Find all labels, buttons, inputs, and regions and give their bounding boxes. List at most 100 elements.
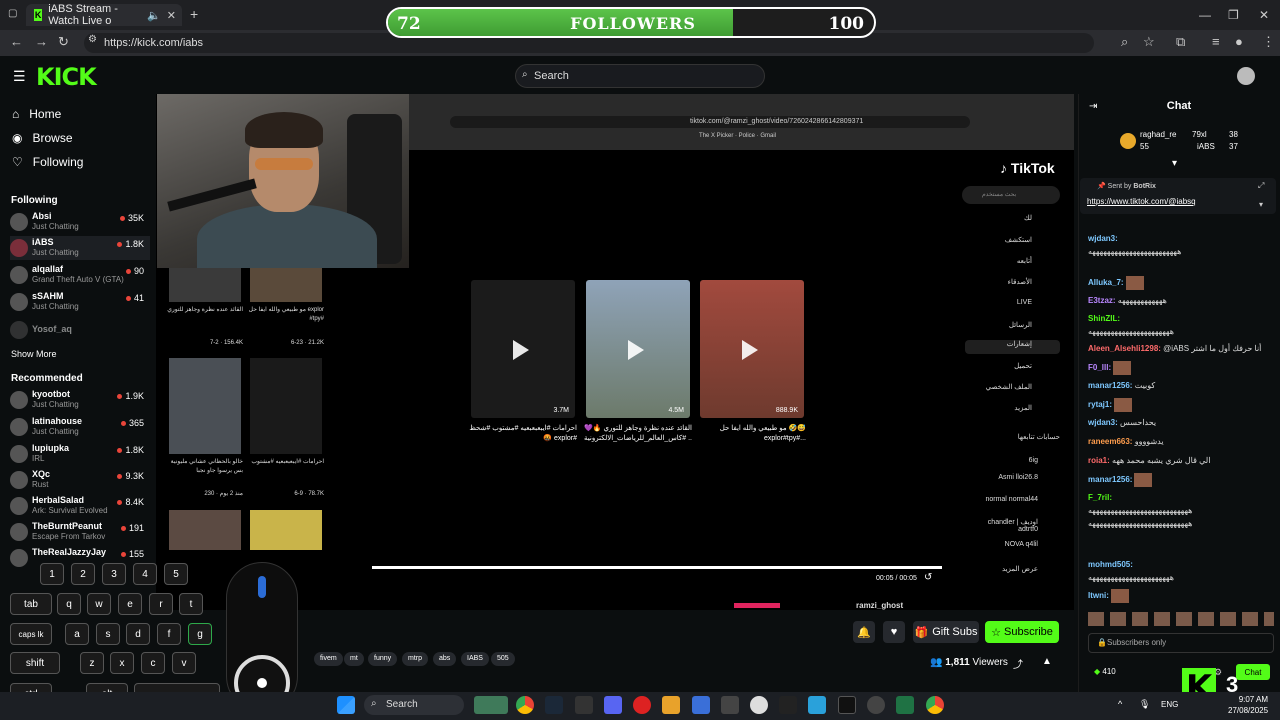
chat-username[interactable]: F_7ril: — [1088, 493, 1112, 502]
sidebar-channel-absi[interactable]: Absi Just Chatting 35K — [10, 210, 150, 234]
tab-list-icon[interactable]: ▢ — [8, 8, 17, 19]
stream-tag[interactable]: abs — [433, 652, 457, 666]
reload-icon[interactable]: ↻ — [58, 34, 69, 50]
follow-heart-button[interactable]: ♥ — [883, 621, 905, 643]
profile-icon[interactable]: ● — [1235, 34, 1243, 49]
shield-icon[interactable] — [692, 696, 710, 714]
left-video-thumb — [250, 268, 322, 302]
windows-start-icon[interactable] — [337, 696, 355, 714]
tiktok-video-card: 888.9K — [700, 280, 804, 418]
sidebar-channel-lupiupka[interactable]: lupiupka IRL 1.8K — [10, 442, 150, 466]
share-icon[interactable]: ⤴ — [1013, 656, 1023, 671]
stream-tag[interactable]: fivem — [314, 652, 343, 666]
mute-icon[interactable]: 🔈 — [147, 9, 161, 22]
notification-bell-button[interactable]: 🔔 — [853, 621, 875, 643]
nav-following[interactable]: ♡ Following — [12, 155, 83, 169]
expand-leaderboard-icon[interactable]: ▾ — [1172, 158, 1177, 169]
excel-icon[interactable] — [896, 696, 914, 714]
hamburger-menu-icon[interactable]: ☰ — [13, 68, 26, 85]
app-icon[interactable] — [808, 696, 826, 714]
app-icon[interactable] — [575, 696, 593, 714]
chrome-icon[interactable] — [926, 696, 944, 714]
app-icon[interactable] — [867, 696, 885, 714]
expand-pinned-icon[interactable]: ▾ — [1259, 200, 1263, 209]
extensions-icon[interactable]: ⧉ — [1176, 34, 1185, 50]
search-input[interactable]: Search — [515, 64, 765, 88]
chat-username[interactable]: rytaj1: — [1088, 400, 1112, 409]
language-indicator[interactable]: ENG — [1161, 700, 1178, 709]
chat-username[interactable]: wjdan3: — [1088, 234, 1118, 243]
mic-icon[interactable]: 🎙 — [1139, 699, 1150, 710]
discord-icon[interactable] — [604, 696, 622, 714]
sidebar-channel-ssahm[interactable]: sSAHM Just Chatting 41 — [10, 290, 150, 314]
taskbar-clock[interactable]: 9:07 AM 27/08/2025 — [1228, 694, 1268, 716]
reading-list-icon[interactable]: ≡ — [1212, 34, 1220, 49]
sidebar-channel-iabs[interactable]: iABS Just Chatting 1.8K — [10, 236, 150, 260]
nav-browse[interactable]: ◉ Browse — [12, 131, 73, 145]
stream-tag[interactable]: 505 — [491, 652, 515, 666]
chat-username[interactable]: F0_lll: — [1088, 363, 1111, 372]
nav-home[interactable]: ⌂ Home — [12, 107, 61, 121]
stream-tag[interactable]: mt — [344, 652, 364, 666]
chat-username[interactable]: Aleen_Alsehli1298: — [1088, 344, 1161, 353]
app-icon[interactable] — [721, 696, 739, 714]
chrome-icon[interactable] — [516, 696, 534, 714]
zoom-icon[interactable]: ⌕ — [1121, 34, 1128, 50]
chat-username[interactable]: wjdan3: — [1088, 418, 1118, 427]
app-icon[interactable] — [750, 696, 768, 714]
pinned-link[interactable]: https://www.tiktok.com/@iabsq — [1087, 197, 1196, 206]
stream-tag[interactable]: mtrp — [402, 652, 428, 666]
user-avatar[interactable] — [1237, 67, 1255, 85]
sidebar-channel-latinahouse[interactable]: latinahouse Just Chatting 365 — [10, 415, 150, 439]
browser-menu-icon[interactable]: ⋮ — [1262, 34, 1275, 50]
chat-username[interactable]: E3tzaz: — [1088, 296, 1116, 305]
chat-username[interactable]: ShinZIL: — [1088, 314, 1120, 323]
sidebar-channel-yosof[interactable]: Yosof_aq — [10, 318, 150, 342]
sidebar-channel-alqallaf[interactable]: alqallaf Grand Theft Auto V (GTA) 90 — [10, 263, 150, 287]
gift-subs-button[interactable]: 🎁 Gift Subs — [913, 621, 979, 643]
chat-username[interactable]: manar1256: — [1088, 475, 1132, 484]
chat-username[interactable]: manar1256: — [1088, 381, 1132, 390]
tray-chevron-icon[interactable]: ^ — [1118, 699, 1122, 709]
back-icon[interactable]: ← — [10, 34, 23, 49]
sidebar-channel-xqc[interactable]: XQc Rust 9.3K — [10, 468, 150, 492]
sidebar-channel-kyootbot[interactable]: kyootbot Just Chatting 1.9K — [10, 388, 150, 412]
capcut-icon[interactable] — [779, 696, 797, 714]
stream-tag[interactable]: funny — [368, 652, 398, 666]
site-info-icon[interactable]: ⚙ — [88, 34, 97, 45]
unpin-icon[interactable]: ⤢ — [1258, 181, 1264, 191]
report-icon[interactable]: ▲ — [1042, 656, 1052, 667]
subscribe-button[interactable]: ☆ Subscribe — [985, 621, 1059, 643]
chat-username[interactable]: roia1: — [1088, 456, 1110, 465]
widget-icon[interactable] — [474, 696, 508, 714]
window-close-icon[interactable]: ✕ — [1259, 8, 1269, 22]
sidebar-channel-theburntpeanut[interactable]: TheBurntPeanut Escape From Tarkov 191 — [10, 520, 150, 544]
chat-send-button[interactable]: Chat — [1236, 664, 1270, 680]
nav-home-label: Home — [29, 107, 62, 121]
stream-tag[interactable]: IABS — [461, 652, 489, 666]
steam-icon[interactable] — [545, 696, 563, 714]
record-icon[interactable] — [633, 696, 651, 714]
chat-username[interactable]: raneem663: — [1088, 437, 1132, 446]
chat-username[interactable]: mohmd505: — [1088, 560, 1133, 569]
sidebar-channel-herbalsalad[interactable]: HerbalSalad Ark: Survival Evolved 8.4K — [10, 494, 150, 518]
show-more-link[interactable]: Show More — [11, 349, 57, 359]
new-tab-button[interactable]: + — [190, 6, 198, 22]
emote-icon — [1114, 398, 1133, 412]
bookmark-star-icon[interactable]: ☆ — [1143, 34, 1155, 50]
channel-points[interactable]: ◆ 410 — [1094, 667, 1116, 676]
chat-username[interactable]: Itwni: — [1088, 591, 1109, 600]
key-w: w — [87, 593, 111, 615]
chat-username[interactable]: Alluka_7: — [1088, 278, 1124, 287]
browser-tab[interactable]: K iABS Stream - Watch Live o 🔈 ✕ — [26, 3, 182, 27]
maximize-icon[interactable]: ❐ — [1228, 8, 1239, 22]
tab-close-icon[interactable]: ✕ — [167, 9, 176, 22]
app-icon[interactable] — [838, 696, 856, 714]
stream-bookmarks: The X Picker · Police · Gmail — [699, 133, 777, 139]
app-icon[interactable] — [662, 696, 680, 714]
chat-input[interactable]: Subscribers only — [1088, 633, 1274, 653]
kick-logo[interactable]: KICK — [36, 63, 97, 91]
forward-icon[interactable]: → — [35, 34, 48, 49]
taskbar-search[interactable]: Search — [364, 695, 464, 715]
minimize-icon[interactable]: — — [1199, 8, 1211, 22]
